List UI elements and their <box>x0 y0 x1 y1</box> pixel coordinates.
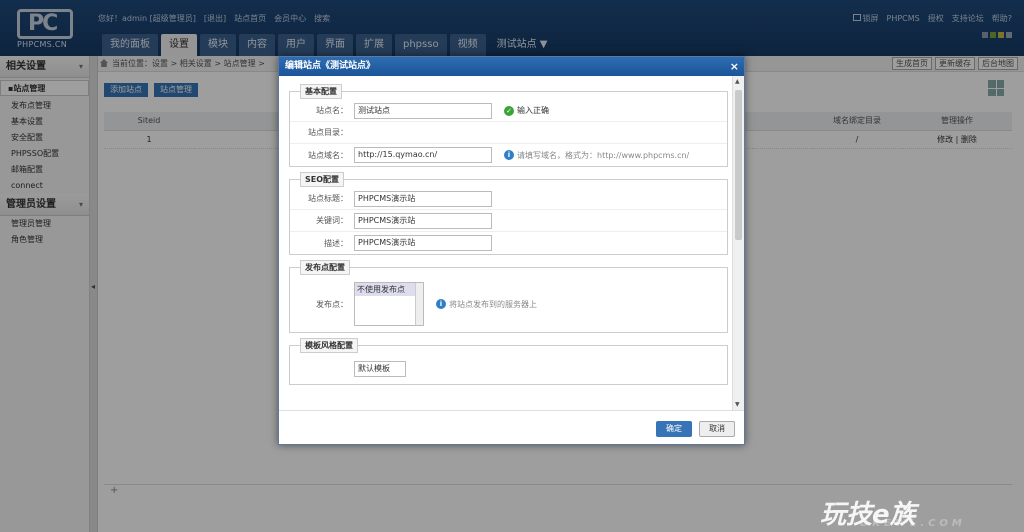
domain-hint: i 请填写域名，格式为：http://www.phpcms.cn/ <box>504 150 689 161</box>
site-dir-label: 站点目录： <box>308 128 348 137</box>
seo-desc-input[interactable]: PHPCMS演示站 <box>354 235 492 251</box>
dialog-body: 基本配置 站点名： 测试站点 ✓ 输入正确 站点目录： 站点域名： http://… <box>279 76 744 410</box>
watermark-sub: DKEWL.COM <box>860 518 966 529</box>
dialog-scrollbar[interactable]: ▲ ▼ <box>732 76 744 410</box>
row-seo-desc: 描述： PHPCMS演示站 <box>290 232 727 254</box>
dialog-footer: 确定 取消 <box>279 410 744 444</box>
select-scrollbar[interactable] <box>415 283 423 325</box>
publish-hint: i 将站点发布到的服务器上 <box>436 299 537 310</box>
validation-ok: ✓ 输入正确 <box>504 105 549 116</box>
site-domain-label: 站点域名： <box>308 150 348 160</box>
row-site-name: 站点名： 测试站点 ✓ 输入正确 <box>290 100 727 122</box>
row-seo-title: 站点标题： PHPCMS演示站 <box>290 188 727 210</box>
row-seo-keywords: 关键词： PHPCMS演示站 <box>290 210 727 232</box>
row-site-domain: 站点域名： http://15.qymao.cn/ i 请填写域名，格式为：htt… <box>290 144 727 166</box>
fieldset-publish: 发布点配置 发布点： 不使用发布点 i 将站点发布到的服务器上 <box>289 260 728 333</box>
fieldset-legend: 发布点配置 <box>300 260 350 275</box>
scroll-up-icon[interactable]: ▲ <box>735 78 740 85</box>
seo-keywords-label: 关键词： <box>316 216 348 225</box>
site-name-label: 站点名： <box>316 106 348 115</box>
select-option[interactable]: 不使用发布点 <box>355 283 423 296</box>
publish-point-label: 发布点： <box>316 299 348 309</box>
fieldset-basic: 基本配置 站点名： 测试站点 ✓ 输入正确 站点目录： 站点域名： http://… <box>289 84 728 167</box>
fieldset-template: 模板风格配置 默认模板 <box>289 338 728 385</box>
fieldset-seo: SEO配置 站点标题： PHPCMS演示站 关键词： PHPCMS演示站 描述：… <box>289 172 728 255</box>
info-icon: i <box>436 299 446 309</box>
watermark: 玩技e族 DKEWL.COM <box>820 494 1020 530</box>
dialog-title: 编辑站点《测试站点》 <box>285 61 376 71</box>
seo-title-input[interactable]: PHPCMS演示站 <box>354 190 492 207</box>
info-icon: i <box>504 150 514 160</box>
scroll-down-icon[interactable]: ▼ <box>735 401 740 408</box>
check-icon: ✓ <box>504 105 514 116</box>
edit-site-dialog: 编辑站点《测试站点》 × 基本配置 站点名： 测试站点 ✓ 输入正确 站点目录： … <box>278 56 745 445</box>
row-template: 默认模板 <box>290 358 727 380</box>
row-site-dir: 站点目录： <box>290 122 727 144</box>
fieldset-legend: 模板风格配置 <box>300 338 358 353</box>
template-select[interactable]: 默认模板 <box>354 361 406 377</box>
site-name-input[interactable]: 测试站点 <box>354 102 492 119</box>
seo-title-label: 站点标题： <box>308 194 348 203</box>
seo-keywords-input[interactable]: PHPCMS演示站 <box>354 212 492 229</box>
row-publish-point: 发布点： 不使用发布点 i 将站点发布到的服务器上 <box>290 280 727 328</box>
fieldset-legend: SEO配置 <box>300 172 345 187</box>
dialog-title-bar[interactable]: 编辑站点《测试站点》 × <box>279 57 744 76</box>
publish-point-select[interactable]: 不使用发布点 <box>354 282 424 326</box>
site-domain-input[interactable]: http://15.qymao.cn/ <box>354 147 492 163</box>
fieldset-legend: 基本配置 <box>300 84 342 99</box>
seo-desc-label: 描述： <box>324 238 348 248</box>
scroll-thumb[interactable] <box>735 90 742 240</box>
cancel-button[interactable]: 取消 <box>699 421 735 437</box>
confirm-button[interactable]: 确定 <box>656 421 692 437</box>
close-icon[interactable]: × <box>730 57 739 76</box>
